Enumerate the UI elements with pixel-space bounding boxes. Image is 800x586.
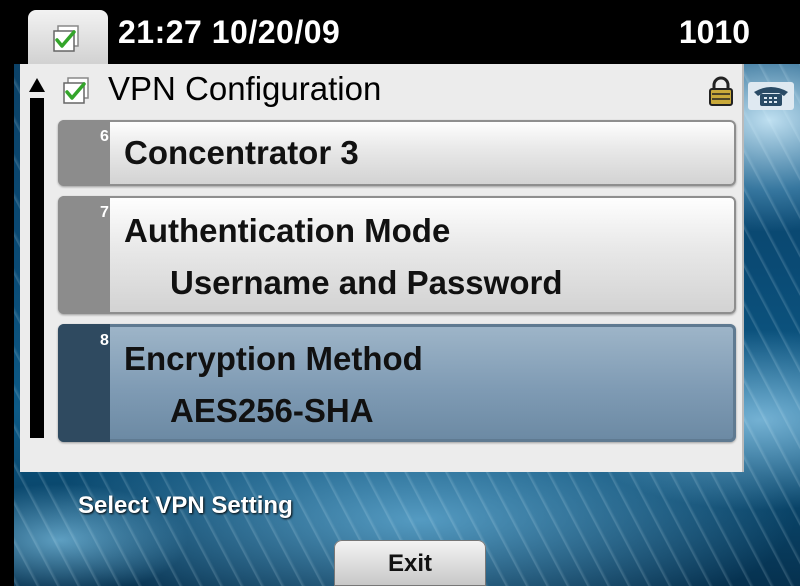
lock-icon: [709, 76, 733, 106]
scroll-track[interactable]: [30, 98, 44, 438]
row-label: Encryption Method: [124, 340, 423, 377]
checkbox-icon: [53, 25, 79, 52]
row-value: AES256-SHA: [170, 392, 374, 429]
checkbox-icon: [63, 77, 89, 104]
row-number: 8: [100, 332, 109, 349]
exit-softkey-label: Exit: [387, 550, 432, 577]
row-label: Concentrator 3: [124, 134, 359, 171]
row-number: 7: [100, 204, 109, 221]
scrollbar[interactable]: [26, 68, 48, 440]
list-item-encryption-method[interactable]: 8 Encryption Method AES256-SHA: [58, 324, 736, 442]
panel-header: VPN Configuration: [50, 64, 740, 114]
list-item-concentrator[interactable]: 6 Concentrator 3: [58, 120, 736, 186]
status-bar: 21:27 10/20/09 1010: [0, 0, 800, 68]
app-tab[interactable]: [28, 10, 108, 68]
page-title: VPN Configuration: [108, 70, 382, 107]
row-label: Authentication Mode: [124, 212, 451, 249]
phone-line-icon[interactable]: [748, 82, 794, 110]
list-item-authentication-mode[interactable]: 7 Authentication Mode Username and Passw…: [58, 196, 736, 314]
scroll-up-arrow-icon[interactable]: [29, 78, 45, 92]
row-number: 6: [100, 128, 109, 145]
vpn-configuration-panel: VPN Configuration 6 Concentrator 3 7 Aut…: [20, 64, 744, 472]
row-value: Username and Password: [170, 264, 563, 301]
status-datetime: 21:27 10/20/09: [118, 14, 341, 50]
status-line-number: 1010: [678, 14, 750, 50]
exit-softkey[interactable]: Exit: [334, 540, 486, 586]
prompt-text: Select VPN Setting: [78, 492, 293, 519]
left-border: [0, 0, 14, 586]
